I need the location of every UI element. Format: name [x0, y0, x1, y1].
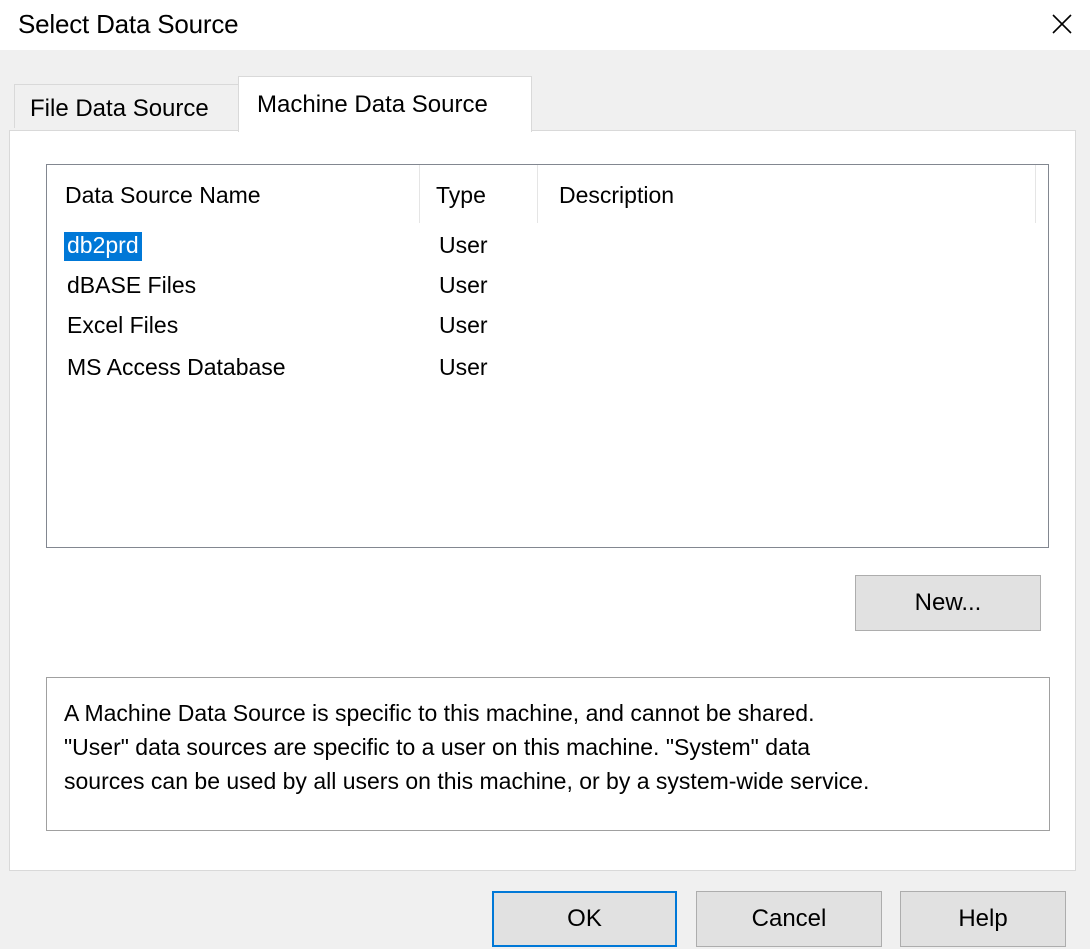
column-divider[interactable]	[1035, 165, 1036, 223]
column-header-label: Data Source Name	[65, 182, 261, 208]
row-name: dBASE Files	[67, 272, 197, 298]
table-row[interactable]: dBASE Files User	[47, 267, 1048, 307]
title-bar: Select Data Source	[0, 0, 1090, 50]
tab-label: File Data Source	[30, 95, 209, 122]
dialog-title: Select Data Source	[18, 9, 239, 39]
tab-panel: Data Source Name Type Description db2prd…	[9, 130, 1076, 871]
list-header: Data Source Name Type Description	[47, 165, 1048, 227]
table-row[interactable]: MS Access Database User	[47, 349, 1048, 389]
column-header-type[interactable]: Type	[419, 165, 537, 227]
close-button[interactable]	[1040, 4, 1084, 44]
row-name: Excel Files	[67, 312, 179, 338]
description-text: "User" data sources are specific to a us…	[64, 734, 810, 760]
help-button[interactable]: Help	[900, 891, 1066, 947]
cancel-button[interactable]: Cancel	[696, 891, 882, 947]
tab-file-data-source[interactable]: File Data Source	[14, 84, 240, 128]
tab-label: Machine Data Source	[257, 91, 488, 118]
column-header-label: Type	[436, 182, 486, 208]
row-type: User	[439, 272, 488, 298]
data-source-list[interactable]: Data Source Name Type Description db2prd…	[46, 164, 1049, 548]
description-box: A Machine Data Source is specific to thi…	[46, 677, 1050, 831]
description-text: sources can be used by all users on this…	[64, 768, 870, 794]
new-button[interactable]: New...	[855, 575, 1041, 631]
description-text: A Machine Data Source is specific to thi…	[64, 700, 815, 726]
close-icon	[1052, 14, 1072, 34]
row-name: db2prd	[64, 232, 142, 261]
table-row[interactable]: db2prd User	[47, 227, 1048, 267]
row-type: User	[439, 232, 488, 258]
tab-machine-data-source[interactable]: Machine Data Source	[238, 76, 532, 132]
column-header-name[interactable]: Data Source Name	[47, 165, 419, 227]
row-name: MS Access Database	[67, 354, 286, 380]
column-header-label: Description	[559, 182, 675, 208]
row-type: User	[439, 312, 488, 338]
table-row[interactable]: Excel Files User	[47, 307, 1048, 347]
ok-button[interactable]: OK	[492, 891, 677, 947]
row-type: User	[439, 354, 488, 380]
column-header-description[interactable]: Description	[537, 165, 1035, 227]
